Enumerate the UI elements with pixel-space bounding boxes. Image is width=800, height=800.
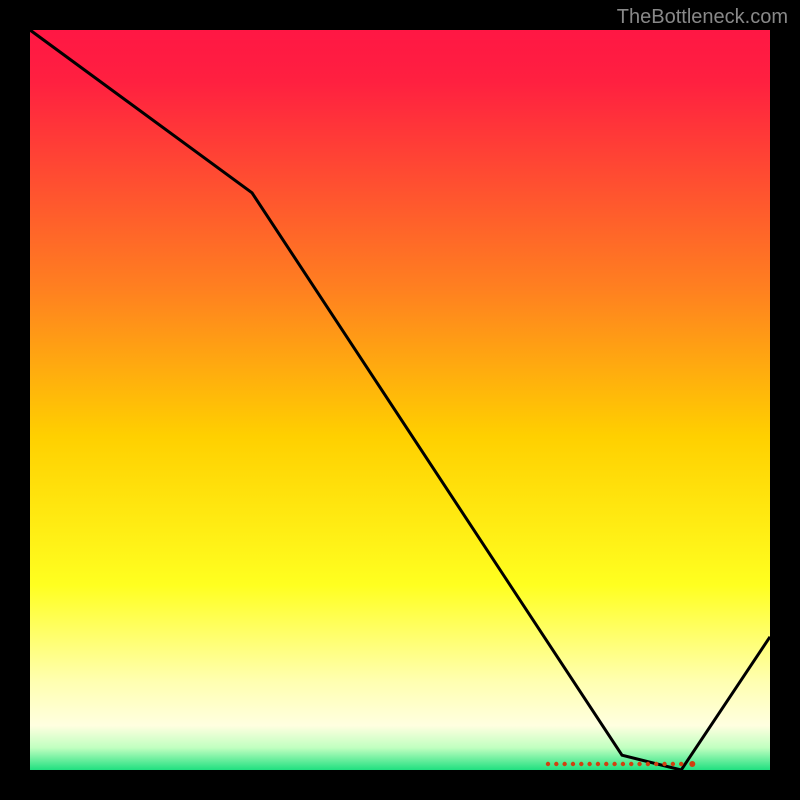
watermark-text: TheBottleneck.com bbox=[617, 6, 788, 29]
chart-container: TheBottleneck.com bbox=[0, 0, 800, 800]
chart-svg bbox=[0, 0, 800, 800]
plot-area bbox=[30, 30, 770, 770]
